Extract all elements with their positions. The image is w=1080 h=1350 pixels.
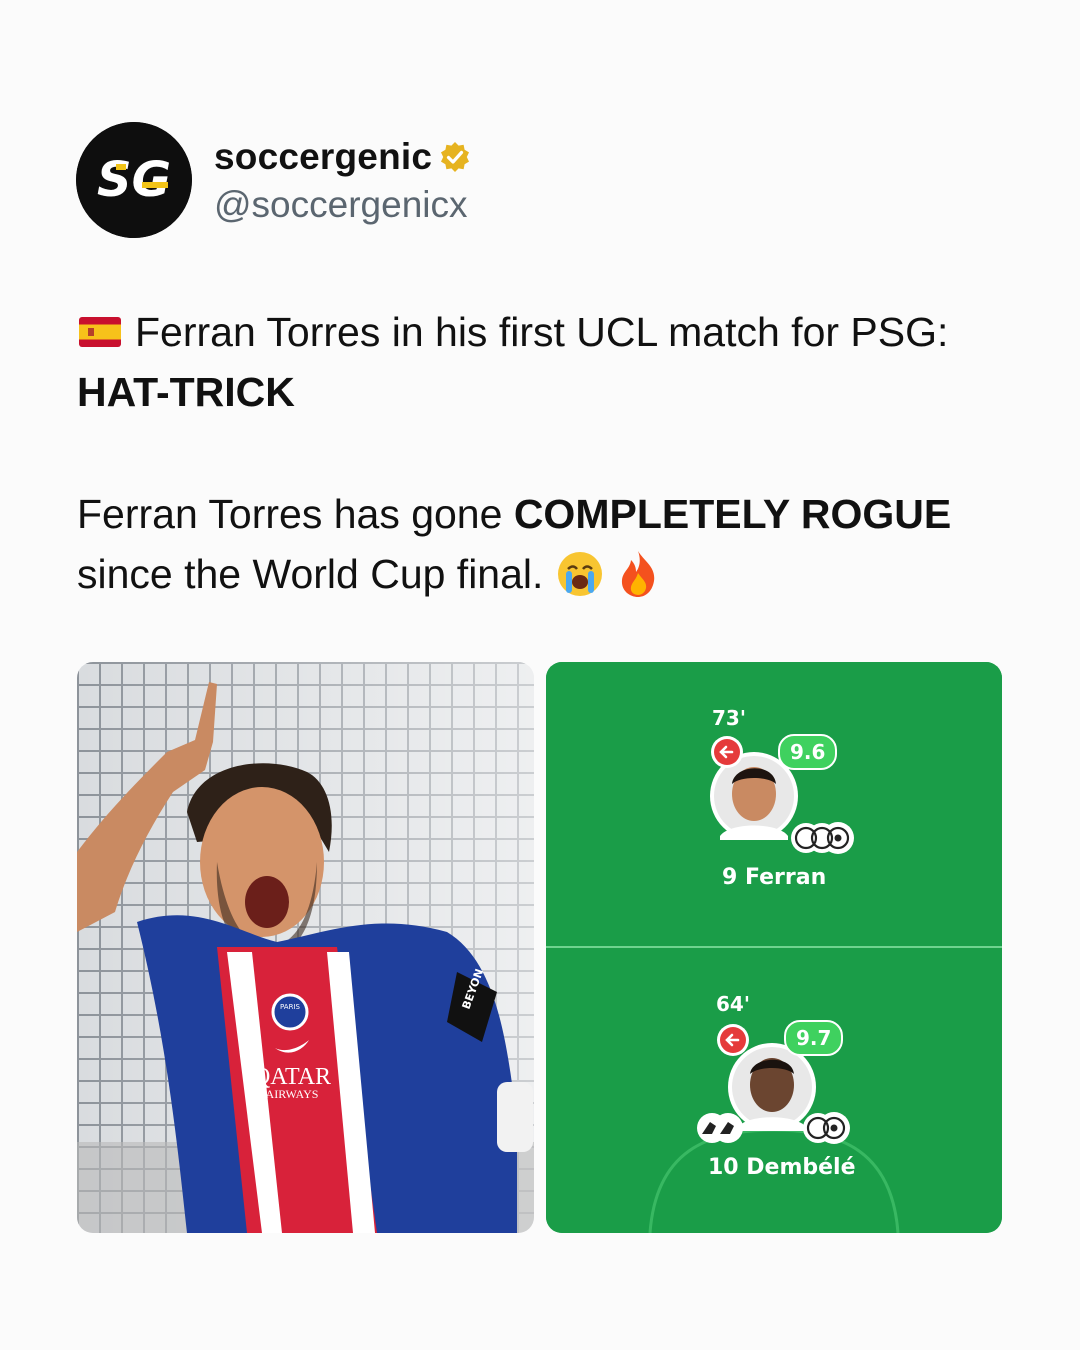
account-handle[interactable]: @soccergenicx bbox=[214, 184, 468, 226]
player2-rating: 9.7 bbox=[784, 1020, 844, 1056]
avatar-text: SG bbox=[97, 152, 171, 208]
player1-rating: 9.6 bbox=[778, 734, 838, 770]
account-avatar[interactable]: SG bbox=[76, 122, 192, 238]
sg-logo-icon: SG bbox=[76, 122, 192, 238]
player1-name[interactable]: 9 Ferran bbox=[722, 865, 826, 890]
crying-face-icon bbox=[557, 552, 602, 597]
crest-text: PARIS bbox=[280, 1003, 300, 1011]
player2-minute: 64' bbox=[716, 992, 750, 1016]
tweet-line1-text: Ferran Torres in his first UCL match for… bbox=[135, 309, 949, 355]
player-ratings-card[interactable]: 73' 9.6 9 Ferran 64' 9.7 10 Dembélé bbox=[546, 662, 1002, 1233]
fire-icon bbox=[622, 551, 655, 598]
sponsor-line2: AIRWAYS bbox=[266, 1087, 319, 1101]
player-celebration-photo: BEYON PARIS QATAR AIRWAYS bbox=[77, 662, 534, 1233]
tweet-line2-bold: COMPLETELY ROGUE bbox=[513, 491, 952, 537]
player-photo[interactable]: BEYON PARIS QATAR AIRWAYS bbox=[77, 662, 534, 1233]
tweet-line2-text: Ferran Torres has gone bbox=[77, 491, 514, 537]
player2-name[interactable]: 10 Dembélé bbox=[708, 1155, 856, 1180]
tweet-line1-bold: HAT-TRICK bbox=[77, 369, 295, 415]
verified-badge-icon bbox=[441, 142, 470, 172]
tweet-paragraph-2: Ferran Torres has gone COMPLETELY ROGUE … bbox=[77, 484, 1017, 604]
tweet-line2-tail: since the World Cup final. bbox=[77, 551, 544, 597]
tweet-paragraph-1: Ferran Torres in his first UCL match for… bbox=[77, 302, 1017, 422]
spain-flag-icon bbox=[79, 317, 121, 348]
player1-minute: 73' bbox=[712, 706, 746, 730]
display-name[interactable]: soccergenic bbox=[214, 136, 432, 178]
